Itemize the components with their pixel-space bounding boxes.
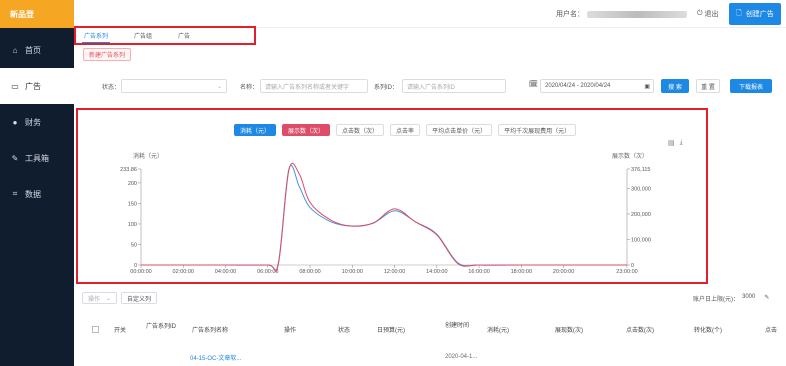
reset-button[interactable]: 重 置 [696,79,720,93]
chevron-down-icon: ⌄ [106,295,112,302]
column-header: 操作 [284,328,297,334]
budget-value: 3000 [742,294,756,300]
download-icon[interactable]: ⤓ [680,139,683,147]
document-icon: 🗋 [736,9,742,17]
select-all-checkbox[interactable] [92,326,99,333]
app-logo: 新品登 [0,0,74,28]
metric-avg-cpc[interactable]: 平均点击单价（元） [426,124,493,136]
user-info: 用户名： [556,9,687,19]
budget-label: 账户日上限(元)： [693,297,739,303]
home-icon: ⌂ [12,45,18,55]
sidebar-item-label: 首页 [25,45,41,55]
highlight-box-tabs [74,26,256,45]
create-ad-button[interactable]: 🗋 创建广告 [729,3,781,25]
date-range-picker[interactable]: 2020/04/24 - 2020/04/24 ▣ [540,79,654,93]
column-header: 开关 [114,328,127,334]
sidebar-item-label: 工具箱 [25,153,49,163]
search-button[interactable]: 搜 索 [661,79,689,93]
column-header[interactable]: 展现数(次) [555,325,583,334]
series-id-label: 系列ID： [374,85,399,91]
data-icon: ⌗ [12,189,18,198]
top-bar: 用户名： ⏻ 退出 🗋 创建广告 [74,0,786,28]
data-view-icon[interactable]: ▤ [668,139,675,147]
sidebar-item-label: 财务 [25,117,41,127]
name-label: 名称： [240,85,259,91]
sidebar-item-ads[interactable]: ▭ 广告 [0,68,74,104]
column-header[interactable]: 广告系列ID [146,321,176,330]
metric-clicks[interactable]: 点击数（次） [336,124,385,136]
power-icon: ⏻ [697,10,703,17]
column-header[interactable]: 日预算(元) [377,325,405,334]
metric-cost[interactable]: 消耗（元） [234,124,277,136]
metric-avg-cpm[interactable]: 平均千次展现费用（元） [498,124,577,136]
column-header[interactable]: 创建时间 [445,320,469,329]
blurred-username [587,10,687,18]
sidebar-item-finance[interactable]: ● 财务 [0,104,74,140]
custom-columns-button[interactable]: 自定义列 [121,292,158,304]
metric-ctr[interactable]: 点击率 [390,124,421,136]
metric-toggle-row: 消耗（元） 展示数（次） 点击数（次） 点击率 平均点击单价（元） 平均千次展现… [234,124,582,136]
calendar-icon: 🗓 [529,81,538,88]
sidebar-item-home[interactable]: ⌂ 首页 [0,32,74,68]
table-tools: 操作 ⌄ 自定义列 [82,292,158,304]
calendar-small-icon: ▣ [644,83,650,90]
table-header: 开关 广告系列ID 广告系列名称 操作 状态 日预算(元) 创建时间 消耗(元)… [80,312,786,346]
status-select[interactable]: ⌄ [121,79,227,93]
batch-operation-label: 操作 [88,296,101,303]
account-budget: 账户日上限(元)： 3000 ✎ [693,294,769,303]
series-id-input[interactable]: 请输入广告系列ID [402,79,506,93]
chart-toolbar: ▤ ⤓ [668,139,683,147]
column-header[interactable]: 状态 [338,325,350,334]
status-label: 状态： [102,85,121,91]
sidebar-item-label: 数据 [25,189,41,199]
logout-label: 退出 [704,11,719,18]
logout-link[interactable]: ⏻ 退出 [697,9,719,19]
campaign-name-link[interactable]: 04-15-OC-文章软... [190,353,241,362]
edit-icon[interactable]: ✎ [764,294,769,303]
create-ad-label: 创建广告 [745,11,774,18]
column-header[interactable]: 转化数(个) [694,325,722,334]
created-time: 2020-04-1... [445,354,478,360]
filter-bar: 状态： ⌄ 名称： 请输入广告系列名称或者关键字 系列ID： 请输入广告系列ID… [74,78,786,94]
column-header[interactable]: 消耗(元) [487,325,509,334]
column-header: 点击 [765,328,778,334]
name-input[interactable]: 请输入广告系列名称或者关键字 [260,79,368,93]
new-campaign-button[interactable]: 新建广告系列 [83,48,132,61]
column-header[interactable]: 点击数(次) [626,325,654,334]
sidebar: 新品登 ⌂ 首页 ▭ 广告 ● 财务 ✎ 工具箱 ⌗ 数据 [0,0,74,366]
chevron-down-icon: ⌄ [216,83,222,90]
metric-impressions[interactable]: 展示数（次） [282,124,331,136]
batch-operation-select[interactable]: 操作 ⌄ [82,292,118,304]
date-range-value: 2020/04/24 - 2020/04/24 [545,83,611,89]
download-report-button[interactable]: 下载报表 [730,79,772,93]
sidebar-item-data[interactable]: ⌗ 数据 [0,176,74,212]
finance-icon: ● [12,117,18,127]
column-header[interactable]: 广告系列名称 [192,325,228,334]
ad-icon: ▭ [11,81,19,91]
tools-icon: ✎ [11,153,19,163]
sidebar-item-label: 广告 [25,81,41,91]
sidebar-item-tools[interactable]: ✎ 工具箱 [0,140,74,176]
user-label: 用户名： [556,11,584,18]
